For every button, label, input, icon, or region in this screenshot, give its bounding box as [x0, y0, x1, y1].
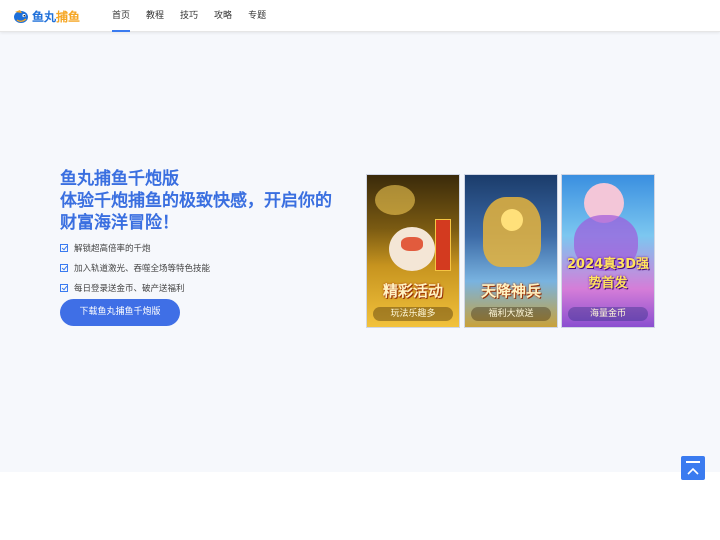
nav-guide[interactable]: 攻略: [214, 0, 232, 32]
checkbox-icon: [60, 284, 68, 292]
site-logo[interactable]: 鱼丸捕鱼: [12, 7, 80, 25]
feature-text: 解锁超高倍率的千炮: [74, 244, 151, 254]
card-title: 2024真3D强势首发: [566, 257, 650, 291]
nav-tips[interactable]: 技巧: [180, 0, 198, 32]
fish-logo-icon: [14, 10, 28, 23]
promo-card-events[interactable]: 精彩活动 玩法乐趣多: [366, 174, 460, 328]
card-title: 天降神兵: [480, 282, 541, 300]
hero-title: 鱼丸捕鱼千炮版 体验千炮捕鱼的极致快感，开启你的 财富海洋冒险！: [60, 168, 350, 234]
warrior-head-shape: [501, 209, 523, 231]
card-subtitle: 海量金币: [568, 307, 648, 321]
checkbox-icon: [60, 244, 68, 252]
banner-scroll-shape: [435, 219, 451, 271]
feature-text: 每日登录送金币、破产送福利: [74, 284, 185, 294]
logo-text: 鱼丸捕鱼: [32, 9, 81, 24]
card-subtitle: 玩法乐趣多: [373, 307, 453, 321]
promo-card-launch[interactable]: 2024真3D强势首发 海量金币: [561, 174, 655, 328]
back-to-top-button[interactable]: [681, 456, 705, 480]
mascot-detail-shape: [401, 237, 423, 251]
top-header: 鱼丸捕鱼 首页 教程 技巧 攻略 专题: [0, 0, 720, 32]
back-to-top-icon: [686, 461, 700, 463]
card-subtitle: 福利大放送: [471, 307, 551, 321]
promo-card-warrior[interactable]: 天降神兵 福利大放送: [464, 174, 558, 328]
checkbox-icon: [60, 264, 68, 272]
hero-title-line-3: 财富海洋冒险！: [60, 213, 179, 233]
feature-text: 加入轨道激光、吞噬全场等特色技能: [74, 264, 211, 274]
golden-warrior-shape: [483, 197, 541, 267]
feature-item: 加入轨道激光、吞噬全场等特色技能: [60, 258, 210, 278]
feature-list: 解锁超高倍率的千炮 加入轨道激光、吞噬全场等特色技能 每日登录送金币、破产送福利: [60, 238, 210, 298]
card-title: 精彩活动: [382, 282, 443, 300]
hero-title-line-1: 鱼丸捕鱼千炮版: [60, 169, 179, 189]
feature-item: 每日登录送金币、破产送福利: [60, 278, 210, 298]
nav-topics[interactable]: 专题: [248, 0, 266, 32]
hero-section: 鱼丸捕鱼千炮版 体验千炮捕鱼的极致快感，开启你的 财富海洋冒险！ 解锁超高倍率的…: [0, 32, 720, 472]
feature-item: 解锁超高倍率的千炮: [60, 238, 210, 258]
chevron-up-icon: [687, 467, 699, 475]
nav-tutorial[interactable]: 教程: [146, 0, 164, 32]
gold-glow-shape: [375, 185, 415, 215]
nav-home[interactable]: 首页: [112, 0, 131, 32]
hero-title-line-2: 体验千炮捕鱼的极致快感，开启你的: [60, 191, 332, 211]
download-button[interactable]: 下载鱼丸捕鱼千炮版: [60, 299, 180, 326]
main-nav: 首页 教程 技巧 攻略 专题: [112, 0, 282, 32]
